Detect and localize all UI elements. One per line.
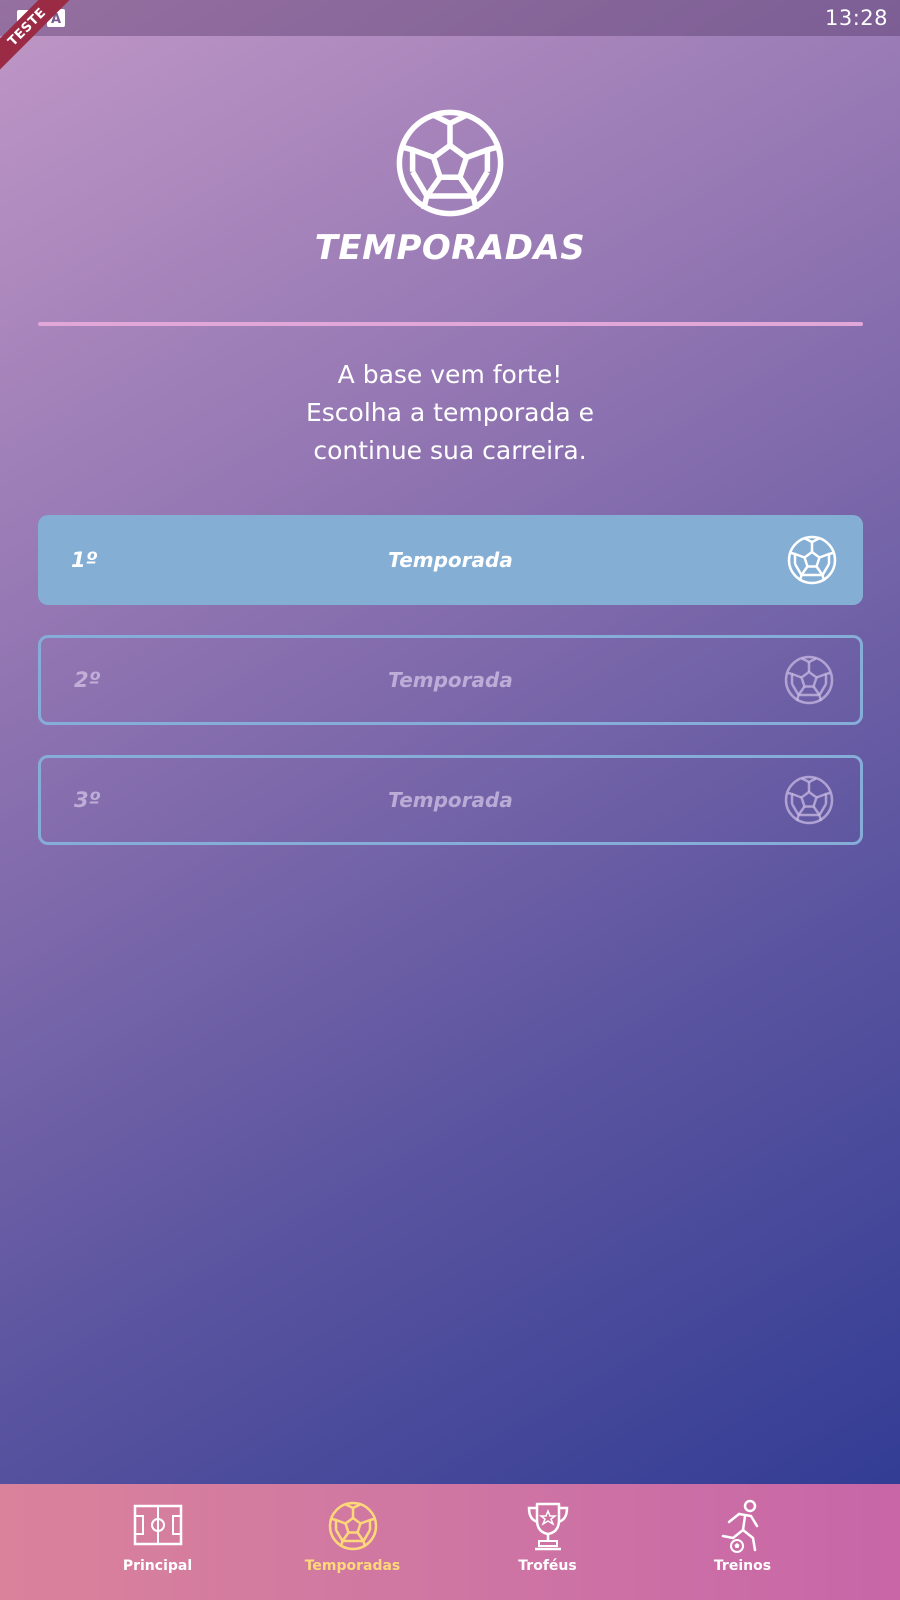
divider	[38, 322, 863, 326]
soccer-ball-icon	[328, 1501, 377, 1551]
season-label: Temporada	[388, 668, 513, 692]
subtitle-line: Escolha a temporada e	[305, 398, 594, 427]
subtitle-line: A base vem forte!	[337, 360, 563, 389]
subtitle: A base vem forte! Escolha a temporada e …	[0, 356, 900, 470]
nav-label: Temporadas	[304, 1558, 401, 1574]
page-title: TEMPORADAS	[314, 228, 586, 268]
nav-item-treinos[interactable]: Treinos	[668, 1498, 818, 1574]
season-number: 1º	[71, 548, 98, 572]
nav-item-temporadas[interactable]: Temporadas	[278, 1498, 428, 1574]
soccer-ball-icon	[395, 108, 505, 218]
season-1-button[interactable]: 1º Temporada	[38, 515, 863, 605]
nav-item-principal[interactable]: Principal	[83, 1498, 233, 1574]
season-2-button[interactable]: 2º Temporada	[38, 635, 863, 725]
season-number: 2º	[74, 668, 101, 692]
nav-label: Principal	[122, 1558, 193, 1574]
season-3-button[interactable]: 3º Temporada	[38, 755, 863, 845]
bottom-nav: Principal Temporadas Troféus Treinos	[0, 1484, 900, 1600]
season-label: Temporada	[388, 788, 513, 812]
subtitle-line: continue sua carreira.	[313, 436, 587, 465]
status-time: 13:28	[824, 6, 888, 30]
season-number: 3º	[74, 788, 101, 812]
nav-item-trofeus[interactable]: Troféus	[473, 1498, 623, 1574]
soccer-ball-icon	[784, 775, 834, 825]
soccer-ball-icon	[784, 655, 834, 705]
soccer-ball-icon	[787, 535, 837, 585]
status-bar: A 13:28	[0, 0, 900, 36]
nav-label: Treinos	[713, 1558, 772, 1574]
soccer-field-icon	[133, 1504, 182, 1546]
nav-label: Troféus	[518, 1558, 577, 1574]
player-training-icon	[721, 1499, 758, 1553]
season-label: Temporada	[388, 548, 513, 572]
trophy-icon	[527, 1502, 568, 1551]
